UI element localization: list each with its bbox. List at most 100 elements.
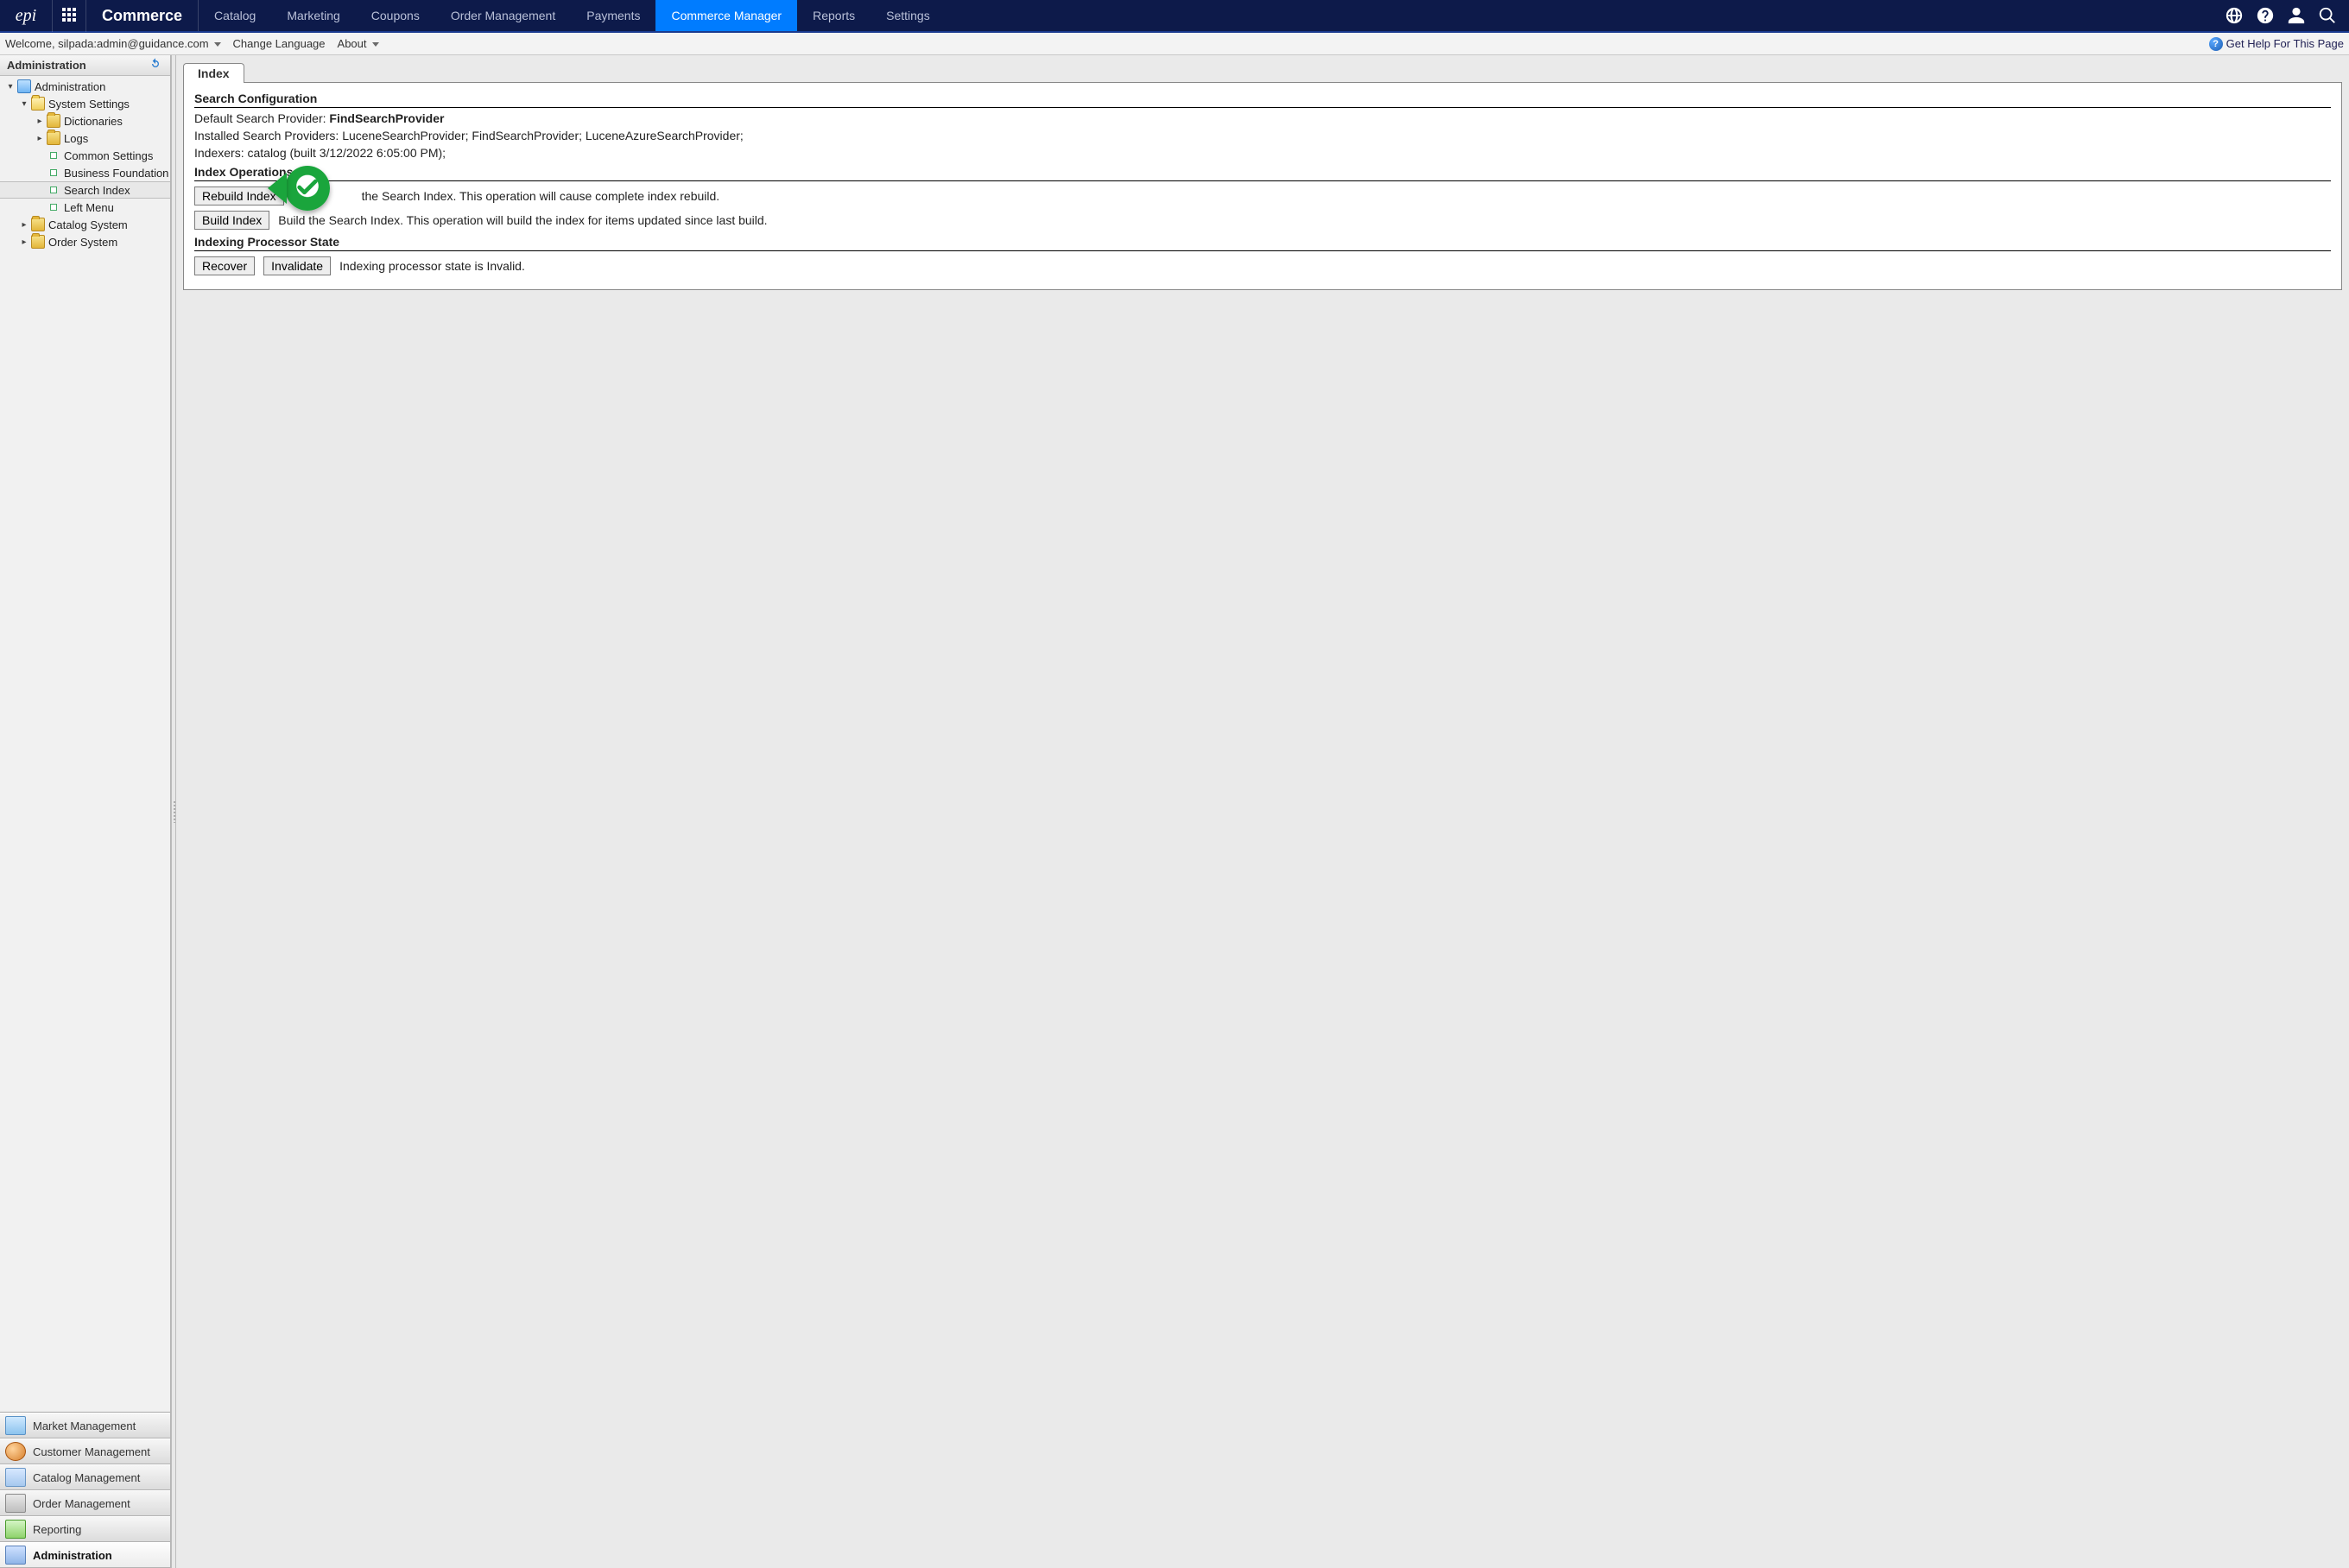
- tree-label: Administration: [35, 80, 105, 93]
- globe-icon[interactable]: [2225, 6, 2244, 25]
- bottom-nav: Market Management Customer Management Cata…: [0, 1412, 170, 1568]
- panel-index: Search Configuration Default Search Prov…: [183, 82, 2342, 290]
- help-link[interactable]: ? Get Help For This Page: [2209, 37, 2344, 51]
- default-provider-value: FindSearchProvider: [329, 111, 444, 125]
- folder-icon: [47, 114, 60, 128]
- section-index-ops: Index Operations: [194, 165, 2331, 181]
- row-default-provider: Default Search Provider: FindSearchProvi…: [194, 111, 2331, 125]
- subbar: Welcome, silpada:admin@guidance.com Chan…: [0, 33, 2349, 55]
- bottom-nav-reporting[interactable]: Reporting: [0, 1516, 170, 1542]
- row-installed-providers: Installed Search Providers: LuceneSearch…: [194, 129, 2331, 142]
- tree-node-administration[interactable]: ▾ Administration: [0, 78, 170, 95]
- bottom-nav-label: Catalog Management: [33, 1471, 140, 1484]
- leaf-icon: [50, 152, 57, 159]
- collapse-icon[interactable]: ▾: [19, 98, 29, 109]
- user-icon[interactable]: [2287, 6, 2306, 25]
- refresh-button[interactable]: [148, 58, 163, 73]
- nav-item-marketing[interactable]: Marketing: [271, 0, 355, 31]
- search-icon[interactable]: [2318, 6, 2337, 25]
- tree-label: Search Index: [64, 184, 130, 197]
- welcome-menu[interactable]: Welcome, silpada:admin@guidance.com: [5, 37, 221, 50]
- top-icons: [2213, 0, 2349, 31]
- expand-icon[interactable]: ▸: [19, 219, 29, 230]
- tree-node-left-menu[interactable]: ▸ Left Menu: [0, 199, 170, 216]
- tree-label: Catalog System: [48, 218, 128, 231]
- nav-tree: ▾ Administration ▾ System Settings ▸ Dic…: [0, 76, 170, 1412]
- help-icon[interactable]: [2256, 6, 2275, 25]
- nav-item-settings[interactable]: Settings: [871, 0, 946, 31]
- epi-logo: epi: [0, 0, 52, 32]
- bottom-nav-label: Market Management: [33, 1419, 136, 1432]
- refresh-icon: [149, 57, 162, 73]
- tree-label: System Settings: [48, 98, 130, 111]
- tree-node-business-foundation[interactable]: ▸ Business Foundation: [0, 164, 170, 181]
- tree-node-logs[interactable]: ▸ Logs: [0, 130, 170, 147]
- top-navbar: epi Commerce CatalogMarketingCouponsOrde…: [0, 0, 2349, 33]
- row-build: Build Index Build the Search Index. This…: [194, 211, 2331, 230]
- nav-item-catalog[interactable]: Catalog: [199, 0, 271, 31]
- change-language-link[interactable]: Change Language: [233, 37, 326, 50]
- brand-label: Commerce: [86, 7, 198, 25]
- sidebar: Administration ▾ Administration ▾ System…: [0, 55, 171, 1568]
- tree-node-catalog-system[interactable]: ▸ Catalog System: [0, 216, 170, 233]
- tree-label: Business Foundation: [64, 167, 168, 180]
- folder-open-icon: [31, 97, 45, 111]
- section-search-config: Search Configuration: [194, 92, 2331, 108]
- row-indexers: Indexers: catalog (built 3/12/2022 6:05:…: [194, 146, 2331, 160]
- rebuild-index-button[interactable]: Rebuild Index: [194, 187, 284, 205]
- about-menu[interactable]: About: [338, 37, 379, 50]
- build-index-button[interactable]: Build Index: [194, 211, 269, 230]
- content-area: Index Search Configuration Default Searc…: [176, 55, 2349, 1568]
- bottom-nav-market-management[interactable]: Market Management: [0, 1413, 170, 1438]
- expand-icon[interactable]: ▸: [35, 116, 45, 126]
- bottom-nav-label: Order Management: [33, 1497, 130, 1510]
- bottom-nav-catalog-management[interactable]: Catalog Management: [0, 1464, 170, 1490]
- apps-launcher-button[interactable]: [52, 0, 86, 32]
- leaf-icon: [50, 169, 57, 176]
- tree-label: Dictionaries: [64, 115, 123, 128]
- leaf-icon: [50, 204, 57, 211]
- nav-item-reports[interactable]: Reports: [797, 0, 871, 31]
- apps-grid-icon: [62, 8, 76, 24]
- tree-label: Common Settings: [64, 149, 153, 162]
- tree-node-order-system[interactable]: ▸ Order System: [0, 233, 170, 250]
- brand-zone: epi Commerce: [0, 0, 199, 31]
- folder-icon: [47, 131, 60, 145]
- help-qmark-icon: ?: [2209, 37, 2223, 51]
- recover-button[interactable]: Recover: [194, 256, 255, 275]
- folder-icon: [31, 218, 45, 231]
- tab-index[interactable]: Index: [183, 63, 244, 83]
- nav-item-commerce-manager[interactable]: Commerce Manager: [655, 0, 797, 31]
- order-icon: [5, 1494, 26, 1513]
- admin-icon: [17, 79, 31, 93]
- sidebar-header: Administration: [0, 55, 170, 76]
- tree-node-dictionaries[interactable]: ▸ Dictionaries: [0, 112, 170, 130]
- proc-state-desc: Indexing processor state is Invalid.: [339, 259, 525, 273]
- tabstrip: Index: [183, 59, 2342, 83]
- splitter-handle[interactable]: [171, 55, 176, 1568]
- leaf-icon: [50, 187, 57, 193]
- bottom-nav-order-management[interactable]: Order Management: [0, 1490, 170, 1516]
- nav-items: CatalogMarketingCouponsOrder ManagementP…: [199, 0, 946, 31]
- expand-icon[interactable]: ▸: [19, 237, 29, 247]
- collapse-icon[interactable]: ▾: [5, 81, 16, 92]
- bottom-nav-customer-management[interactable]: Customer Management: [0, 1438, 170, 1464]
- tree-node-common-settings[interactable]: ▸ Common Settings: [0, 147, 170, 164]
- bottom-nav-administration[interactable]: Administration: [0, 1542, 170, 1568]
- sidebar-title: Administration: [7, 59, 86, 72]
- bottom-nav-label: Administration: [33, 1549, 112, 1562]
- rebuild-desc: the Search Index. This operation will ca…: [362, 189, 720, 203]
- tree-label: Left Menu: [64, 201, 114, 214]
- customer-icon: [5, 1442, 26, 1461]
- nav-item-coupons[interactable]: Coupons: [356, 0, 435, 31]
- build-desc: Build the Search Index. This operation w…: [278, 213, 767, 227]
- invalidate-button[interactable]: Invalidate: [263, 256, 331, 275]
- tree-node-system-settings[interactable]: ▾ System Settings: [0, 95, 170, 112]
- bottom-nav-label: Reporting: [33, 1523, 81, 1536]
- nav-item-payments[interactable]: Payments: [571, 0, 655, 31]
- tree-node-search-index[interactable]: ▸ Search Index: [0, 181, 170, 199]
- nav-item-order-management[interactable]: Order Management: [435, 0, 571, 31]
- expand-icon[interactable]: ▸: [35, 133, 45, 143]
- report-icon: [5, 1520, 26, 1539]
- default-provider-label: Default Search Provider:: [194, 111, 329, 125]
